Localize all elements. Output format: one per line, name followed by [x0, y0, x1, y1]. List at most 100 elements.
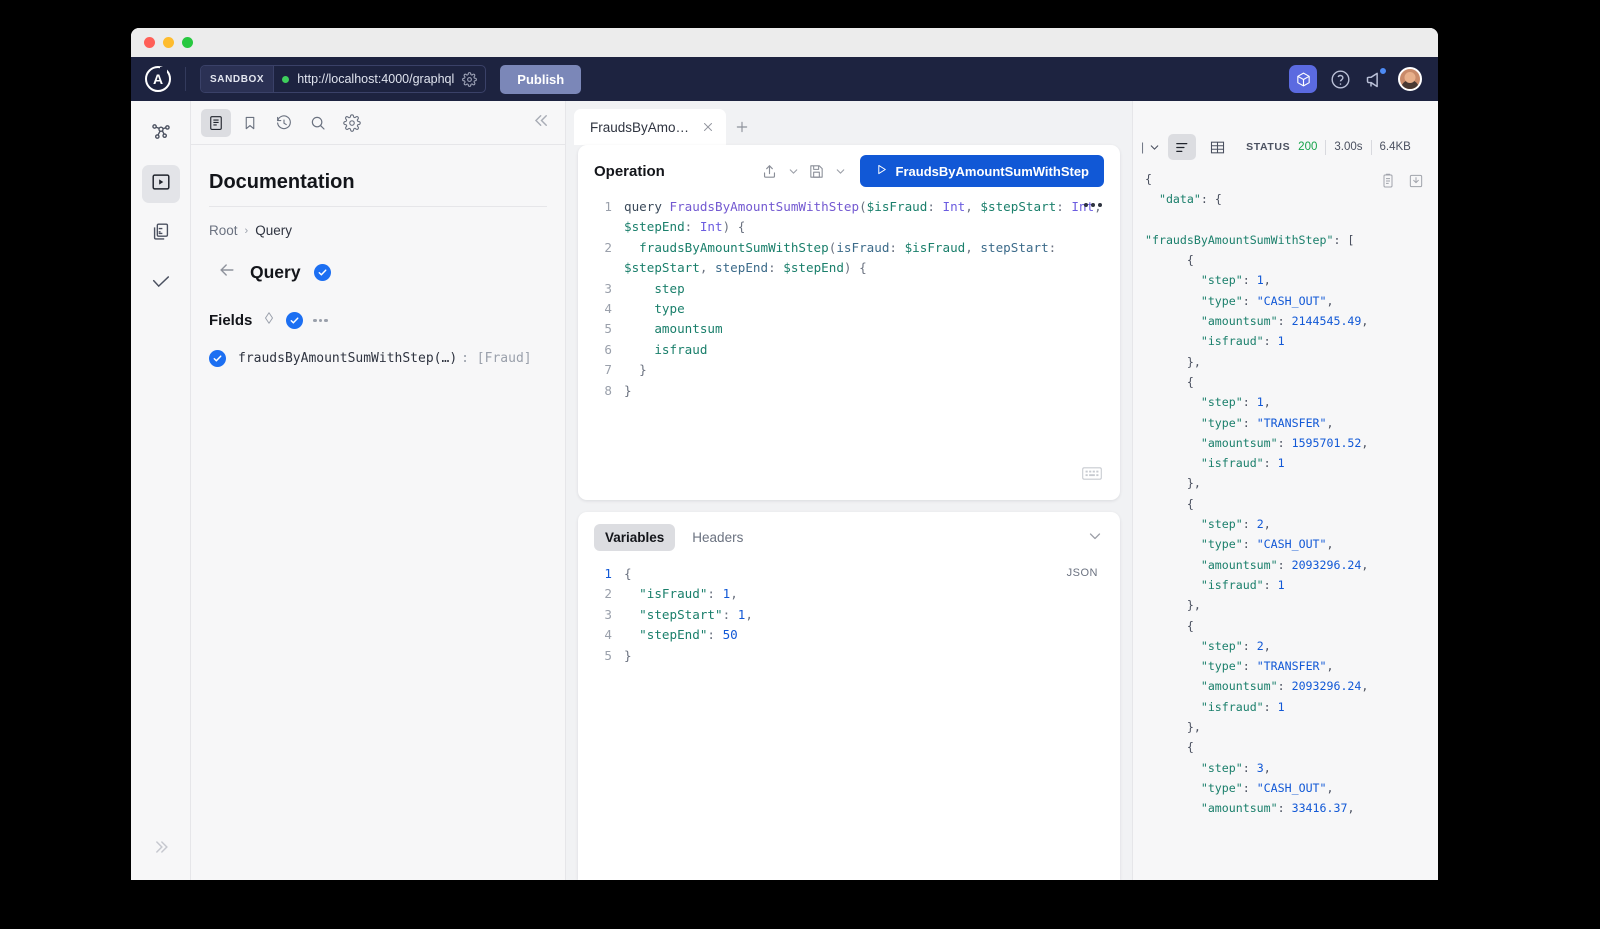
- share-icon[interactable]: [758, 159, 782, 183]
- tab-headers[interactable]: Headers: [681, 524, 754, 551]
- json-line: {: [1145, 374, 1194, 389]
- tab-frauds-by-amount[interactable]: FraudsByAmo…: [574, 109, 727, 145]
- endpoint-bar[interactable]: SANDBOX http://localhost:4000/graphql: [200, 65, 487, 93]
- search-icon[interactable]: [303, 109, 333, 137]
- add-tab-button[interactable]: [726, 109, 758, 145]
- sidebar-item-collections[interactable]: [142, 215, 180, 253]
- window-close-button[interactable]: [144, 37, 155, 48]
- navbar-divider: [185, 67, 186, 91]
- expand-rail-button[interactable]: [151, 837, 171, 862]
- bookmark-icon[interactable]: [235, 109, 265, 137]
- help-icon[interactable]: [1330, 69, 1351, 90]
- close-icon[interactable]: [701, 120, 715, 134]
- more-horizontal-icon[interactable]: [1084, 203, 1102, 207]
- json-line: {: [1145, 253, 1194, 268]
- json-line: "step": 3,: [1200, 760, 1271, 775]
- line-number: 2: [604, 586, 612, 602]
- field-return-type: : [Fraud]: [461, 351, 532, 366]
- json-line: "type": "CASH_OUT",: [1200, 537, 1334, 552]
- collapse-panel-button[interactable]: [532, 111, 551, 135]
- json-line: [1145, 210, 1438, 230]
- code-text: {: [624, 566, 632, 581]
- sort-toggle-icon[interactable]: [262, 311, 276, 330]
- settings-gear-icon[interactable]: [337, 109, 367, 137]
- line-number: 7: [604, 362, 612, 378]
- json-line: "type": "TRANSFER",: [1200, 415, 1334, 430]
- publish-button[interactable]: Publish: [500, 64, 582, 94]
- json-line: "data": {: [1158, 192, 1222, 207]
- megaphone-icon[interactable]: [1364, 66, 1387, 90]
- list-item[interactable]: fraudsByAmountSumWithStep(…) : [Fraud]: [191, 330, 565, 367]
- documentation-panel: Documentation Root › Query Query Fields …: [191, 101, 566, 880]
- variables-tabs: Variables Headers: [578, 512, 1120, 562]
- fields-more-icon[interactable]: [313, 318, 328, 323]
- avatar[interactable]: [1398, 67, 1422, 91]
- keyboard-icon[interactable]: [1082, 466, 1102, 486]
- json-line: "amountsum": 1595701.52,: [1200, 435, 1369, 450]
- play-icon: [875, 163, 888, 179]
- back-arrow-icon[interactable]: [217, 260, 237, 285]
- type-selected-check-icon[interactable]: [313, 264, 331, 281]
- tab-variables[interactable]: Variables: [594, 523, 676, 551]
- line-number: 4: [604, 301, 612, 317]
- code-text: "stepEnd": 50: [639, 627, 738, 643]
- copy-icon[interactable]: [1380, 173, 1396, 189]
- code-text: type: [624, 301, 685, 317]
- sidebar-item-explorer[interactable]: [141, 165, 180, 203]
- save-chevron-down-icon[interactable]: [834, 165, 847, 178]
- json-line: "fraudsByAmountSumWithStep": [: [1145, 232, 1355, 247]
- code-line: 3 step: [578, 279, 1110, 299]
- endpoint-url[interactable]: http://localhost:4000/graphql: [297, 72, 454, 86]
- json-line: "isfraud": 1: [1200, 699, 1285, 714]
- run-operation-button[interactable]: FraudsByAmountSumWithStep: [859, 155, 1104, 187]
- sidebar-item-schema-graph[interactable]: [142, 115, 180, 153]
- line-number: 3: [604, 606, 612, 622]
- history-icon[interactable]: [269, 109, 299, 137]
- json-line: "step": 2,: [1200, 638, 1271, 653]
- endpoint-settings-gear-icon[interactable]: [462, 71, 478, 87]
- line-number: 1: [604, 566, 612, 581]
- operation-title: Operation: [594, 162, 665, 180]
- top-navbar: A SANDBOX http://localhost:4000/graphql …: [131, 57, 1438, 101]
- json-view-icon[interactable]: [1168, 134, 1197, 160]
- line-number: 4: [604, 627, 612, 643]
- table-view-icon[interactable]: [1203, 134, 1231, 160]
- json-line: "step": 1,: [1200, 273, 1271, 288]
- chevron-down-icon[interactable]: [1086, 528, 1104, 546]
- json-line: "type": "TRANSFER",: [1200, 659, 1334, 674]
- run-operation-label: FraudsByAmountSumWithStep: [895, 163, 1089, 179]
- share-chevron-down-icon[interactable]: [787, 165, 800, 178]
- window-minimize-button[interactable]: [163, 37, 174, 48]
- code-text: amountsum: [624, 321, 723, 337]
- operation-header: Operation FraudsByAmountSumWithStep: [578, 145, 1120, 197]
- cube-icon[interactable]: [1289, 65, 1317, 93]
- operation-actions: FraudsByAmountSumWithStep: [758, 155, 1104, 187]
- window-maximize-button[interactable]: [182, 37, 193, 48]
- variables-editor[interactable]: JSON 1 { 2 "isFraud": 1, 3 "stepStart": …: [578, 562, 1120, 880]
- json-line: "amountsum": 2093296.24,: [1200, 557, 1369, 572]
- breadcrumb-root[interactable]: Root: [209, 223, 238, 238]
- code-text: query FraudsByAmountSumWithStep($isFraud…: [624, 199, 1110, 235]
- breadcrumb-current[interactable]: Query: [255, 223, 292, 238]
- breadcrumb: Root › Query: [191, 207, 565, 238]
- sidebar-item-checks[interactable]: [142, 265, 180, 303]
- code-text: }: [624, 647, 632, 663]
- code-line: 3 "stepStart": 1,: [578, 605, 1120, 625]
- response-selector[interactable]: |: [1141, 140, 1161, 154]
- response-json-viewer[interactable]: { "data": { "fraudsByAmountSumWithStep":…: [1133, 169, 1438, 880]
- download-icon[interactable]: [1408, 173, 1424, 189]
- operation-code-editor[interactable]: 1 query FraudsByAmountSumWithStep($isFra…: [578, 197, 1120, 500]
- meta-divider: [1325, 139, 1327, 155]
- operation-column: FraudsByAmo… Operation FraudsByAmountSum…: [566, 101, 1132, 880]
- code-line: 7 }: [578, 360, 1110, 380]
- field-check-icon[interactable]: [209, 350, 226, 367]
- documentation-icon[interactable]: [201, 108, 231, 137]
- apollo-logo-icon[interactable]: A: [145, 66, 171, 92]
- json-line: "type": "CASH_OUT",: [1200, 293, 1334, 308]
- json-line: },: [1145, 354, 1201, 369]
- app-body: Documentation Root › Query Query Fields …: [131, 101, 1438, 880]
- type-header-row: Query: [191, 238, 565, 285]
- json-line: {: [1145, 618, 1194, 633]
- save-icon[interactable]: [805, 159, 829, 183]
- fields-select-all-check-icon[interactable]: [286, 312, 304, 329]
